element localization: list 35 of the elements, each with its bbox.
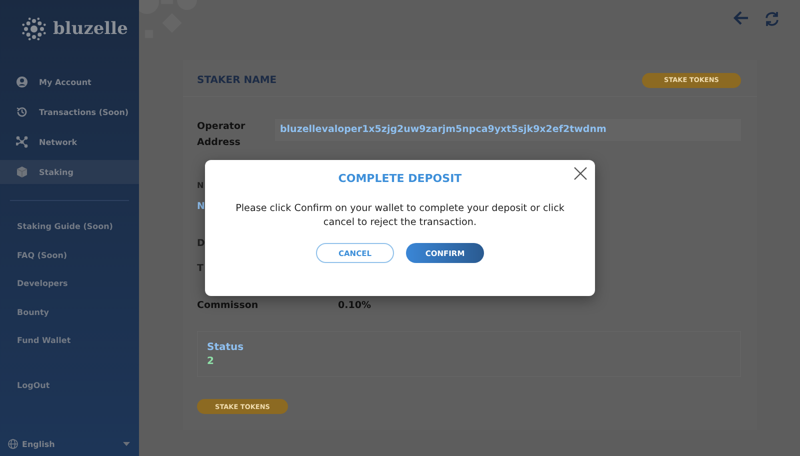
back-arrow-icon[interactable] [733,11,749,25]
nav-item[interactable]: My Account [0,67,139,97]
status-value: 2 [207,356,214,366]
dialog-title: COMPLETE DEPOSIT [338,172,462,185]
value-text: N [197,201,205,212]
sidebar-link[interactable]: Fund Wallet [0,334,139,362]
cube-icon [16,166,28,178]
language-selector[interactable]: English [0,439,139,449]
logout-link[interactable]: LogOut [0,378,139,407]
sidebar-link[interactable]: Bounty [0,306,139,334]
network-icon [16,136,28,148]
close-icon[interactable] [574,167,587,180]
card-title: STAKER NAME [197,74,277,86]
address-field: bluzellevaloper1x5zjg2uw9zarjm5npca9yxt5sjk9x2ef2twdnm [275,119,741,141]
field-label: N [197,181,204,190]
caret-icon [123,442,130,446]
user-icon [16,76,28,88]
nav-item[interactable]: Network [0,127,139,157]
nav-item[interactable]: Staking [0,160,139,184]
history-icon [16,106,28,118]
field-label: D [197,238,205,249]
sidebar-link[interactable]: Staking Guide (Soon) [0,220,139,248]
logo-text: bluzelle [53,19,128,39]
field-label: Operator Address [197,120,246,150]
refresh-icon[interactable] [764,11,780,27]
logo-icon [19,17,49,41]
sidebar-link[interactable]: FAQ (Soon) [0,248,139,277]
nav-item[interactable]: Transactions (Soon) [0,97,139,127]
dialog-message: Please click Confirm on your wallet to complete your deposit or click cancel to reject the transaction. [234,202,566,229]
status-label: Status [207,342,244,352]
field-value: 0.10% [338,300,371,311]
sidebar-link[interactable]: Developers [0,277,139,306]
field-label: T [197,263,204,274]
field-label: Commisson [197,300,260,311]
globe-icon [8,439,18,449]
